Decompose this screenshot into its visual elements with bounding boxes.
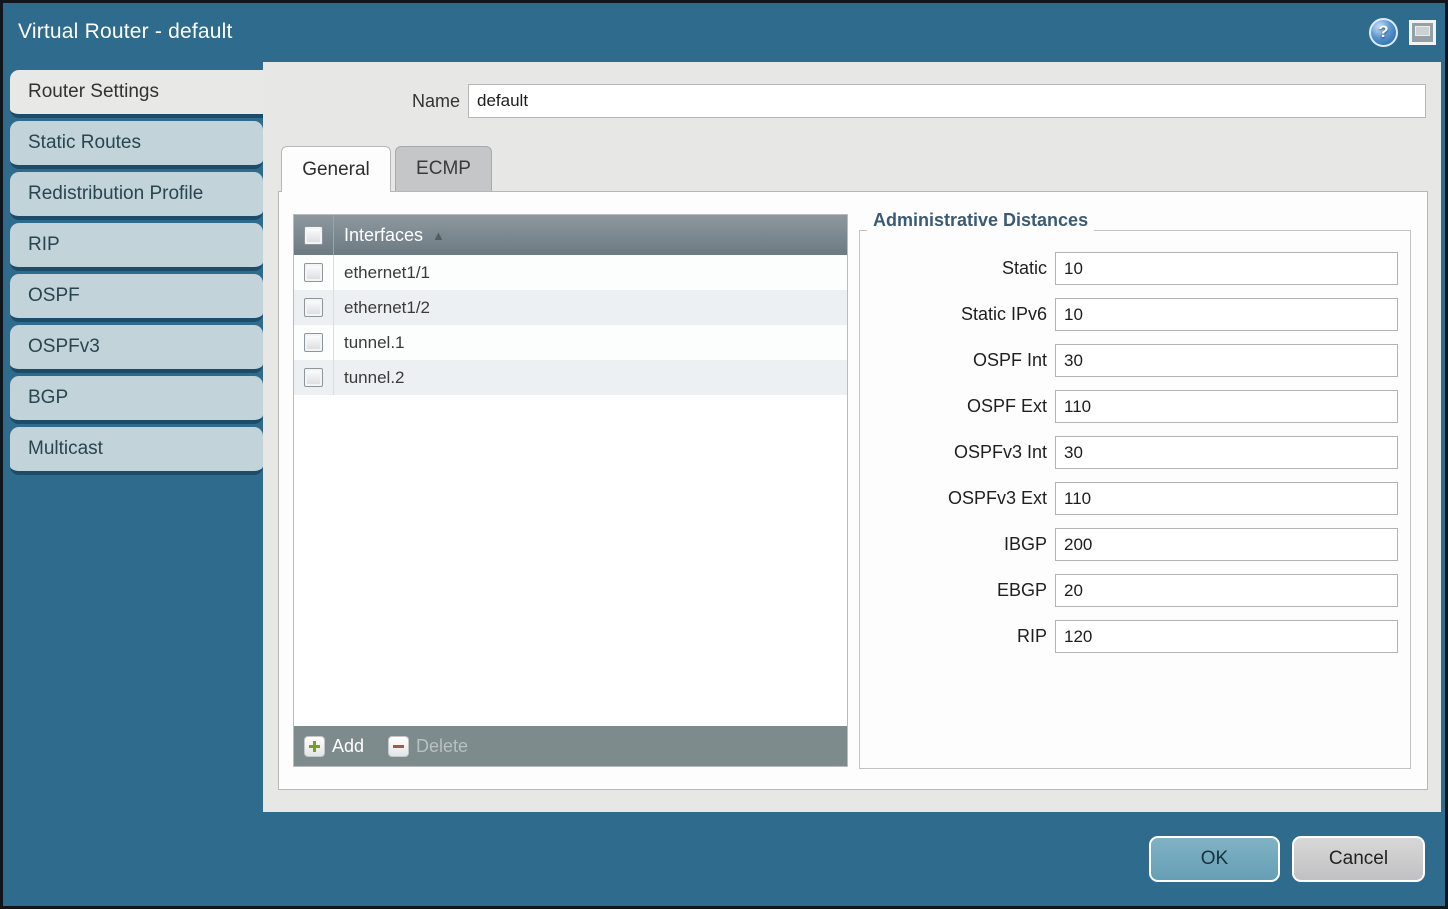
window-restore-icon-inner bbox=[1415, 26, 1430, 36]
ospfv3-int-input[interactable] bbox=[1055, 436, 1398, 469]
admin-distance-row: Static bbox=[860, 252, 1410, 285]
sidebar-item-ospfv3[interactable]: OSPFv3 bbox=[10, 325, 263, 373]
ospfv3-ext-label: OSPFv3 Ext bbox=[860, 488, 1047, 509]
name-input[interactable] bbox=[468, 84, 1426, 118]
admin-distances-legend: Administrative Distances bbox=[867, 210, 1094, 231]
ospf-ext-label: OSPF Ext bbox=[860, 396, 1047, 417]
router-settings-page: Name General ECMP Interfaces ▲ bbox=[263, 62, 1441, 812]
interface-name: tunnel.2 bbox=[334, 368, 405, 388]
ospf-int-input[interactable] bbox=[1055, 344, 1398, 377]
admin-distance-row: Static IPv6 bbox=[860, 298, 1410, 331]
row-checkbox[interactable] bbox=[304, 263, 323, 282]
ebgp-label: EBGP bbox=[860, 580, 1047, 601]
admin-distance-row: RIP bbox=[860, 620, 1410, 653]
delete-minus-icon bbox=[388, 736, 409, 757]
ok-button[interactable]: OK bbox=[1149, 836, 1280, 882]
sidebar: Router Settings Static Routes Redistribu… bbox=[3, 62, 263, 906]
ospfv3-int-label: OSPFv3 Int bbox=[860, 442, 1047, 463]
help-icon[interactable]: ? bbox=[1369, 18, 1398, 47]
tab-ecmp[interactable]: ECMP bbox=[395, 146, 492, 192]
static-input[interactable] bbox=[1055, 252, 1398, 285]
table-row[interactable]: tunnel.2 bbox=[294, 360, 847, 395]
admin-distance-row: EBGP bbox=[860, 574, 1410, 607]
admin-distances-fieldset: Static Static IPv6 OSPF Int OSPF Ext bbox=[859, 230, 1411, 769]
interface-name: tunnel.1 bbox=[334, 333, 405, 353]
interfaces-table-body: ethernet1/1 ethernet1/2 tunnel.1 tunnel.… bbox=[294, 255, 847, 726]
ibgp-label: IBGP bbox=[860, 534, 1047, 555]
content-tabstrip: General ECMP bbox=[281, 146, 492, 192]
dialog-title: Virtual Router - default bbox=[3, 20, 233, 44]
ibgp-input[interactable] bbox=[1055, 528, 1398, 561]
rip-label: RIP bbox=[860, 626, 1047, 647]
admin-distance-row: OSPF Int bbox=[860, 344, 1410, 377]
row-checkbox[interactable] bbox=[304, 368, 323, 387]
ospf-ext-input[interactable] bbox=[1055, 390, 1398, 423]
interfaces-column-label: Interfaces bbox=[334, 225, 423, 246]
name-label: Name bbox=[263, 84, 460, 118]
tab-general[interactable]: General bbox=[281, 146, 391, 192]
table-toolbar: Add Delete bbox=[294, 726, 847, 766]
admin-distance-row: OSPF Ext bbox=[860, 390, 1410, 423]
title-bar: Virtual Router - default ? bbox=[3, 3, 1445, 61]
add-button[interactable]: Add bbox=[304, 736, 364, 757]
general-tab-panel: Interfaces ▲ ethernet1/1 ethernet1/2 tun… bbox=[278, 191, 1428, 790]
sidebar-item-multicast[interactable]: Multicast bbox=[10, 427, 263, 475]
ospf-int-label: OSPF Int bbox=[860, 350, 1047, 371]
interface-name: ethernet1/2 bbox=[334, 298, 430, 318]
ebgp-input[interactable] bbox=[1055, 574, 1398, 607]
interface-name: ethernet1/1 bbox=[334, 263, 430, 283]
sidebar-item-static-routes[interactable]: Static Routes bbox=[10, 121, 263, 169]
sidebar-item-router-settings[interactable]: Router Settings bbox=[10, 70, 263, 118]
admin-distance-row: IBGP bbox=[860, 528, 1410, 561]
table-row[interactable]: tunnel.1 bbox=[294, 325, 847, 360]
static-ipv6-input[interactable] bbox=[1055, 298, 1398, 331]
add-plus-icon bbox=[304, 736, 325, 757]
admin-distance-row: OSPFv3 Int bbox=[860, 436, 1410, 469]
ospfv3-ext-input[interactable] bbox=[1055, 482, 1398, 515]
admin-distance-row: OSPFv3 Ext bbox=[860, 482, 1410, 515]
rip-input[interactable] bbox=[1055, 620, 1398, 653]
sort-ascending-icon: ▲ bbox=[432, 228, 445, 243]
row-checkbox[interactable] bbox=[304, 333, 323, 352]
static-ipv6-label: Static IPv6 bbox=[860, 304, 1047, 325]
delete-button[interactable]: Delete bbox=[388, 736, 468, 757]
virtual-router-dialog: Virtual Router - default ? Router Settin… bbox=[0, 0, 1448, 909]
interfaces-column-header[interactable]: Interfaces ▲ bbox=[294, 215, 847, 255]
static-label: Static bbox=[860, 258, 1047, 279]
window-restore-icon[interactable] bbox=[1409, 20, 1436, 45]
interfaces-table: Interfaces ▲ ethernet1/1 ethernet1/2 tun… bbox=[293, 214, 848, 767]
sidebar-item-redistribution-profile[interactable]: Redistribution Profile bbox=[10, 172, 263, 220]
table-row[interactable]: ethernet1/2 bbox=[294, 290, 847, 325]
cancel-button[interactable]: Cancel bbox=[1292, 836, 1425, 882]
sidebar-item-bgp[interactable]: BGP bbox=[10, 376, 263, 424]
table-row[interactable]: ethernet1/1 bbox=[294, 255, 847, 290]
sidebar-item-rip[interactable]: RIP bbox=[10, 223, 263, 271]
select-all-checkbox[interactable] bbox=[304, 226, 323, 245]
sidebar-item-ospf[interactable]: OSPF bbox=[10, 274, 263, 322]
row-checkbox[interactable] bbox=[304, 298, 323, 317]
